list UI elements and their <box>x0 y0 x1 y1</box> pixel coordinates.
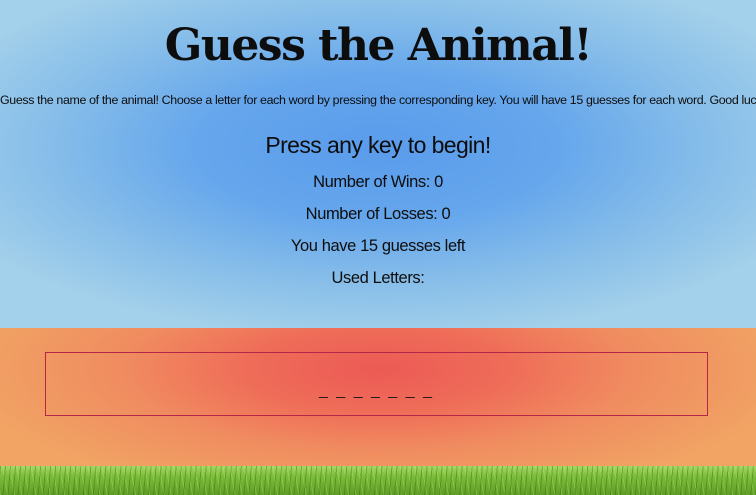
used-letters-label: Used Letters: <box>331 269 425 287</box>
guesses-remaining: You have 15 guesses left <box>290 237 466 255</box>
word-display-box: _ _ _ _ _ _ _ <box>45 352 708 416</box>
hidden-word: _ _ _ _ _ _ _ <box>319 382 434 399</box>
grass-strip <box>0 466 756 495</box>
losses-counter: Number of Losses: 0 <box>305 205 451 223</box>
instructions-text: Guess the name of the animal! Choose a l… <box>0 93 756 107</box>
start-prompt: Press any key to begin! <box>265 132 491 158</box>
page-title: Guess the Animal! <box>164 20 593 71</box>
wins-counter: Number of Wins: 0 <box>313 173 443 191</box>
